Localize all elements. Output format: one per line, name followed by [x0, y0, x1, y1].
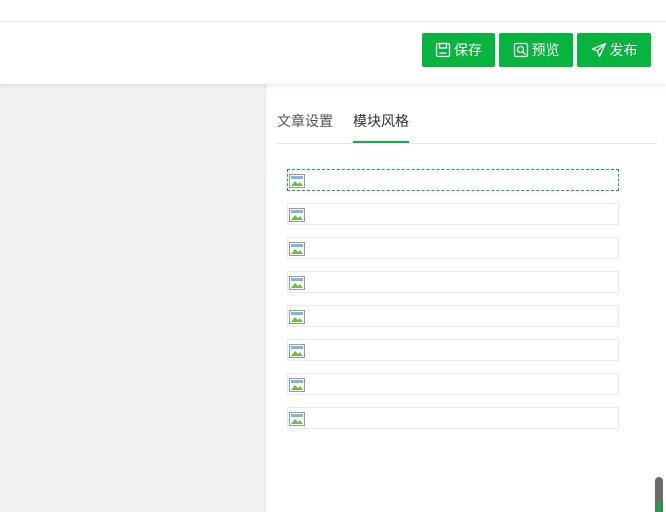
settings-tabs: 文章设置 模块风格: [277, 103, 657, 144]
style-module-item[interactable]: [287, 203, 619, 225]
style-module-item[interactable]: [287, 339, 619, 361]
broken-image-icon: [289, 208, 305, 222]
tab-article-settings[interactable]: 文章设置: [277, 111, 333, 142]
style-module-item[interactable]: [287, 373, 619, 395]
broken-image-icon: [289, 276, 305, 290]
broken-image-icon: [289, 344, 305, 358]
style-module-item[interactable]: [287, 237, 619, 259]
scrollbar-indicator: [657, 502, 661, 512]
broken-image-icon: [289, 412, 305, 426]
active-tab-indicator: [353, 141, 409, 143]
style-module-item[interactable]: [287, 407, 619, 429]
broken-image-icon: [289, 378, 305, 392]
tab-module-style[interactable]: 模块风格: [353, 111, 409, 143]
publish-button-label: 发布: [609, 43, 638, 59]
tab-module-style-label: 模块风格: [353, 114, 409, 130]
broken-image-icon: [289, 310, 305, 324]
publish-button[interactable]: 发布: [577, 33, 651, 67]
editor-canvas: [0, 84, 265, 512]
style-module-item[interactable]: [287, 169, 619, 191]
broken-image-icon: [289, 242, 305, 256]
preview-button-label: 预览: [531, 43, 560, 59]
preview-button[interactable]: 预览: [499, 33, 573, 67]
scrollbar-thumb[interactable]: [655, 477, 663, 512]
style-module-item[interactable]: [287, 271, 619, 293]
style-module-item[interactable]: [287, 305, 619, 327]
save-button[interactable]: 保存: [422, 33, 495, 67]
editor-toolbar: 保存 预览 发布: [0, 22, 666, 84]
tab-article-settings-label: 文章设置: [277, 114, 333, 130]
top-strip: [0, 0, 666, 22]
settings-panel: 文章设置 模块风格: [265, 84, 666, 512]
preview-icon: [513, 42, 528, 58]
save-icon: [435, 42, 451, 58]
style-module-list: [287, 169, 619, 441]
save-button-label: 保存: [454, 43, 482, 59]
broken-image-icon: [289, 174, 305, 188]
send-icon: [591, 42, 606, 58]
